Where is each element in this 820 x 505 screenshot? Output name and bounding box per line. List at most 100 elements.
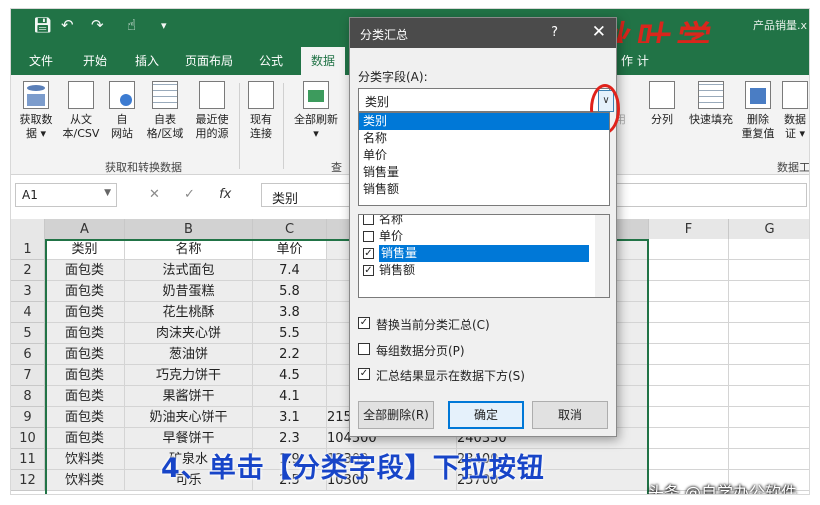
tab-extra[interactable]: 作 计 bbox=[621, 52, 649, 69]
table-cell[interactable]: 面包类 bbox=[45, 386, 125, 407]
list-item[interactable]: 单价 bbox=[359, 228, 609, 245]
table-cell[interactable] bbox=[649, 260, 729, 281]
redo-icon[interactable]: ↷ bbox=[91, 16, 104, 34]
dropdown-item[interactable]: 销售量 bbox=[359, 164, 609, 181]
dropdown-item[interactable]: 销售额 bbox=[359, 181, 609, 198]
table-cell[interactable] bbox=[649, 386, 729, 407]
table-cell[interactable] bbox=[649, 323, 729, 344]
column-header-g[interactable]: G bbox=[729, 219, 809, 240]
table-cell[interactable]: 饮料类 bbox=[45, 449, 125, 470]
table-cell[interactable] bbox=[729, 281, 809, 302]
recent-sources-button[interactable]: 最近使 用的源 bbox=[191, 81, 233, 141]
row-header[interactable]: 4 bbox=[11, 302, 45, 323]
get-data-button[interactable]: 获取数 据 ▾ bbox=[15, 81, 57, 141]
from-table-button[interactable]: 自表 格/区域 bbox=[143, 81, 187, 141]
column-header-a[interactable]: A bbox=[45, 219, 125, 240]
ok-button[interactable]: 确定 bbox=[448, 401, 524, 429]
table-cell[interactable]: 奶油夹心饼干 bbox=[125, 407, 253, 428]
table-cell[interactable] bbox=[729, 386, 809, 407]
table-cell[interactable]: 法式面包 bbox=[125, 260, 253, 281]
existing-connections-button[interactable]: 现有 连接 bbox=[245, 81, 277, 141]
data-validation-button[interactable]: 数据 证 ▾ bbox=[779, 81, 809, 141]
checkbox[interactable]: ✓ bbox=[363, 248, 374, 259]
row-header[interactable]: 11 bbox=[11, 449, 45, 470]
row-header[interactable]: 9 bbox=[11, 407, 45, 428]
row-header[interactable]: 7 bbox=[11, 365, 45, 386]
table-cell[interactable]: 3.8 bbox=[253, 302, 327, 323]
table-cell[interactable]: 花生桃酥 bbox=[125, 302, 253, 323]
row-header[interactable]: 12 bbox=[11, 470, 45, 491]
refresh-all-button[interactable]: 全部刷新 ▾ bbox=[289, 81, 343, 141]
page-break-option[interactable]: 每组数据分页(P) bbox=[358, 342, 465, 359]
column-header-f[interactable]: F bbox=[649, 219, 729, 240]
list-item[interactable]: ✓ 销售额 bbox=[359, 262, 609, 279]
list-item[interactable]: ✓ 销售量 bbox=[359, 245, 609, 262]
touch-mode-icon[interactable]: ☝ bbox=[127, 16, 136, 34]
tab-file[interactable]: 文件 bbox=[29, 52, 53, 69]
dropdown-item[interactable]: 类别 bbox=[359, 113, 609, 130]
table-cell[interactable] bbox=[729, 449, 809, 470]
checkbox[interactable] bbox=[363, 215, 374, 225]
row-header[interactable]: 6 bbox=[11, 344, 45, 365]
table-cell[interactable]: 面包类 bbox=[45, 260, 125, 281]
list-item[interactable]: 名称 bbox=[359, 215, 609, 228]
table-cell[interactable]: 4.1 bbox=[253, 386, 327, 407]
help-icon[interactable]: ? bbox=[551, 25, 558, 40]
tab-page-layout[interactable]: 页面布局 bbox=[185, 52, 233, 69]
table-cell[interactable]: 肉沫夹心饼 bbox=[125, 323, 253, 344]
table-cell[interactable]: 面包类 bbox=[45, 281, 125, 302]
table-cell[interactable] bbox=[729, 323, 809, 344]
table-cell[interactable] bbox=[729, 260, 809, 281]
row-header[interactable]: 1 bbox=[11, 239, 45, 260]
table-cell[interactable] bbox=[729, 239, 809, 260]
checkbox[interactable]: ✓ bbox=[358, 317, 370, 329]
checkbox[interactable] bbox=[358, 343, 370, 355]
tab-home[interactable]: 开始 bbox=[83, 52, 107, 69]
column-header-c[interactable]: C bbox=[253, 219, 327, 240]
tab-formulas[interactable]: 公式 bbox=[259, 52, 283, 69]
table-cell[interactable] bbox=[729, 407, 809, 428]
table-cell[interactable]: 3.1 bbox=[253, 407, 327, 428]
checkbox[interactable]: ✓ bbox=[358, 368, 370, 380]
table-cell[interactable]: 7.4 bbox=[253, 260, 327, 281]
table-cell[interactable] bbox=[729, 344, 809, 365]
table-cell[interactable] bbox=[649, 428, 729, 449]
table-cell[interactable]: 面包类 bbox=[45, 407, 125, 428]
tab-data[interactable]: 数据 bbox=[301, 47, 346, 75]
table-cell[interactable] bbox=[729, 365, 809, 386]
split-column-button[interactable]: 分列 bbox=[645, 81, 679, 127]
remove-all-button[interactable]: 全部删除(R) bbox=[358, 401, 434, 429]
close-icon[interactable]: ✕ bbox=[592, 22, 606, 42]
table-cell[interactable] bbox=[649, 407, 729, 428]
table-cell[interactable]: 名称 bbox=[125, 239, 253, 260]
table-cell[interactable]: 巧克力饼干 bbox=[125, 365, 253, 386]
summary-below-option[interactable]: ✓ 汇总结果显示在数据下方(S) bbox=[358, 367, 525, 384]
table-cell[interactable] bbox=[649, 281, 729, 302]
table-cell[interactable] bbox=[649, 449, 729, 470]
table-cell[interactable] bbox=[729, 302, 809, 323]
scrollbar[interactable] bbox=[595, 215, 609, 297]
remove-duplicates-button[interactable]: 删除 重复值 bbox=[739, 81, 777, 141]
chevron-down-icon[interactable]: ▼ bbox=[104, 188, 111, 198]
replace-current-option[interactable]: ✓ 替换当前分类汇总(C) bbox=[358, 316, 490, 333]
row-header[interactable]: 3 bbox=[11, 281, 45, 302]
from-text-button[interactable]: 从文 本/CSV bbox=[59, 81, 103, 141]
table-cell[interactable] bbox=[729, 428, 809, 449]
table-cell[interactable] bbox=[649, 365, 729, 386]
checkbox[interactable]: ✓ bbox=[363, 265, 374, 276]
table-cell[interactable]: 面包类 bbox=[45, 323, 125, 344]
undo-icon[interactable]: ↶ bbox=[61, 16, 74, 34]
enter-icon[interactable]: ✓ bbox=[184, 187, 195, 202]
table-cell[interactable]: 5.5 bbox=[253, 323, 327, 344]
cancel-icon[interactable]: ✕ bbox=[149, 187, 160, 202]
table-cell[interactable]: 葱油饼 bbox=[125, 344, 253, 365]
select-all-corner[interactable] bbox=[11, 219, 45, 240]
table-cell[interactable]: 类别 bbox=[45, 239, 125, 260]
flash-fill-button[interactable]: 快速填充 bbox=[685, 81, 737, 127]
table-cell[interactable]: 果酱饼干 bbox=[125, 386, 253, 407]
column-header-b[interactable]: B bbox=[125, 219, 253, 240]
table-cell[interactable]: 面包类 bbox=[45, 302, 125, 323]
name-box[interactable]: A1 ▼ bbox=[15, 183, 117, 207]
row-header[interactable]: 5 bbox=[11, 323, 45, 344]
dropdown-item[interactable]: 单价 bbox=[359, 147, 609, 164]
